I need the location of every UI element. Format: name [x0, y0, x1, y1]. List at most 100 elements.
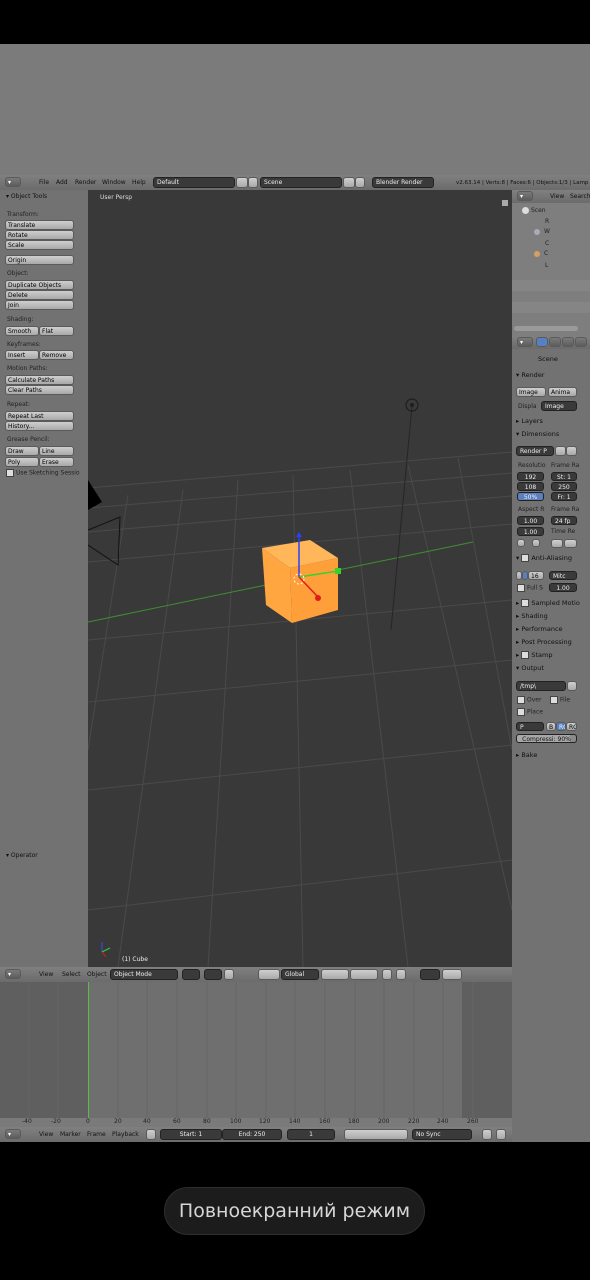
repeat-last-button[interactable]: Repeat Last — [5, 411, 74, 421]
origin-button[interactable]: Origin — [5, 255, 74, 265]
scene-select[interactable]: Scene — [260, 177, 342, 188]
file-extensions-checkbox[interactable]: File — [550, 696, 570, 705]
join-button[interactable]: Join — [5, 300, 74, 310]
outliner-scrollbar[interactable] — [514, 326, 578, 331]
pivot-select[interactable] — [204, 969, 222, 980]
crop-toggle[interactable] — [532, 539, 540, 547]
lock-layers-button[interactable] — [382, 969, 392, 980]
scene-remove-button[interactable] — [355, 177, 365, 188]
mode-select[interactable]: Object Mode — [110, 969, 178, 980]
fps-select[interactable]: 24 fp — [551, 516, 577, 525]
layout-add-button[interactable] — [236, 177, 248, 188]
full-sample-checkbox[interactable]: Full S — [517, 584, 543, 593]
object-menu[interactable]: Object — [87, 971, 107, 979]
anti-aliasing-panel-title[interactable]: ▾ Anti-Aliasing — [516, 554, 572, 563]
timeline-area[interactable] — [0, 982, 512, 1118]
operator-panel-title[interactable]: ▾ Operator — [6, 852, 38, 860]
timeline-view-menu[interactable]: View — [39, 1131, 53, 1139]
snap-toggle[interactable] — [442, 969, 462, 980]
menu-window[interactable]: Window — [102, 179, 126, 187]
display-select[interactable]: Image — [541, 401, 577, 411]
placeholders-checkbox[interactable]: Place — [517, 708, 543, 717]
sampled-motion-panel-title[interactable]: ▸ Sampled Motio — [516, 599, 580, 608]
layout-remove-button[interactable] — [248, 177, 258, 188]
output-panel-title[interactable]: ▾ Output — [516, 664, 544, 673]
fullscreen-mode-button[interactable]: Повноекранний режим — [164, 1187, 425, 1235]
keying-toggle[interactable] — [482, 1129, 492, 1140]
timeline-playback-menu[interactable]: Playback — [112, 1131, 139, 1139]
world-context-tab[interactable] — [562, 337, 574, 347]
select-menu[interactable]: Select — [62, 971, 81, 979]
render-image-button[interactable]: Image — [516, 387, 546, 397]
calculate-paths-button[interactable]: Calculate Paths — [5, 375, 74, 385]
color-bw-button[interactable]: B — [546, 722, 556, 731]
outliner-search-menu[interactable]: Search — [570, 193, 590, 201]
preview-range-toggle[interactable] — [146, 1129, 156, 1140]
bake-panel-title[interactable]: ▸ Bake — [516, 751, 537, 760]
outliner-editor-type-button[interactable]: ▾ — [517, 191, 533, 201]
preset-remove-button[interactable] — [566, 446, 577, 456]
resolution-pct-field[interactable]: 50% — [517, 492, 544, 501]
outliner-item-camera[interactable]: C — [545, 240, 549, 248]
history-button[interactable]: History... — [5, 421, 74, 431]
time-old-field[interactable] — [551, 539, 563, 548]
layers-panel-title[interactable]: ▸ Layers — [516, 417, 543, 426]
shading-panel-title[interactable]: ▸ Shading — [516, 612, 548, 621]
aspect-y-field[interactable]: 1.00 — [517, 527, 544, 536]
erase-button[interactable]: Erase — [39, 457, 74, 467]
proportional-edit-button[interactable] — [396, 969, 406, 980]
timeline-editor-type-button[interactable]: ▾ — [5, 1129, 21, 1139]
file-format-select[interactable]: P — [516, 722, 544, 731]
time-new-field[interactable] — [564, 539, 577, 548]
line-button[interactable]: Line — [39, 446, 74, 456]
timeline-frame-menu[interactable]: Frame — [87, 1131, 106, 1139]
delete-button[interactable]: Delete — [5, 290, 74, 300]
menu-file[interactable]: File — [39, 179, 49, 187]
render-panel-title[interactable]: ▾ Render — [516, 371, 544, 380]
scale-button[interactable]: Scale — [5, 240, 74, 250]
draw-button[interactable]: Draw — [5, 446, 39, 456]
outliner-item-lamp[interactable]: L — [545, 262, 548, 270]
rotate-button[interactable]: Rotate — [5, 230, 74, 240]
aa-filter-select[interactable]: Mitc — [549, 571, 577, 580]
keying-set-button[interactable] — [496, 1129, 506, 1140]
layout-select[interactable]: Default — [153, 177, 235, 188]
resolution-y-field[interactable]: 108 — [517, 482, 544, 491]
menu-help[interactable]: Help — [132, 179, 146, 187]
outliner-view-menu[interactable]: View — [550, 193, 564, 201]
snap-select[interactable] — [420, 969, 440, 980]
end-frame-field[interactable]: End: 250 — [222, 1129, 282, 1140]
frame-start-field[interactable]: St: 1 — [551, 472, 577, 481]
outliner-item-scene[interactable]: Scen — [522, 207, 546, 215]
aa-size-field[interactable]: 1.00 — [549, 583, 577, 592]
render-presets-select[interactable]: Render P — [516, 446, 554, 456]
playback-controls[interactable] — [344, 1129, 408, 1140]
flat-button[interactable]: Flat — [39, 326, 74, 336]
dimensions-panel-title[interactable]: ▾ Dimensions — [516, 430, 559, 439]
duplicate-objects-button[interactable]: Duplicate Objects — [5, 280, 74, 290]
outliner-item-world[interactable]: W — [534, 228, 550, 236]
aspect-x-field[interactable]: 1.00 — [517, 516, 544, 525]
output-path-field[interactable]: /tmp\ — [516, 681, 566, 691]
post-processing-panel-title[interactable]: ▸ Post Processing — [516, 638, 572, 647]
render-context-tab[interactable] — [536, 337, 548, 347]
translate-button[interactable]: Translate — [5, 220, 74, 230]
performance-panel-title[interactable]: ▸ Performance — [516, 625, 563, 634]
resolution-x-field[interactable]: 192 — [517, 472, 544, 481]
timeline-marker-menu[interactable]: Marker — [60, 1131, 81, 1139]
manipulator-toggle[interactable] — [224, 969, 234, 980]
color-rgb-button[interactable]: RG — [556, 722, 566, 731]
aa-16-button[interactable]: 16 — [528, 571, 544, 580]
frame-end-field[interactable]: 250 — [551, 482, 577, 491]
compression-slider[interactable]: Compressi: 90% — [516, 734, 577, 743]
output-browse-button[interactable] — [567, 681, 577, 691]
stamp-panel-title[interactable]: ▸ Stamp — [516, 651, 552, 660]
remove-keyframe-button[interactable]: Remove — [39, 350, 74, 360]
color-rgba-button[interactable]: RG — [566, 722, 577, 731]
border-toggle[interactable] — [517, 539, 525, 547]
render-engine-select[interactable]: Blender Render — [372, 177, 434, 188]
corner-plus-icon[interactable] — [502, 200, 508, 206]
clear-paths-button[interactable]: Clear Paths — [5, 385, 74, 395]
layers-grid-2[interactable] — [350, 969, 378, 980]
preset-add-button[interactable] — [555, 446, 566, 456]
